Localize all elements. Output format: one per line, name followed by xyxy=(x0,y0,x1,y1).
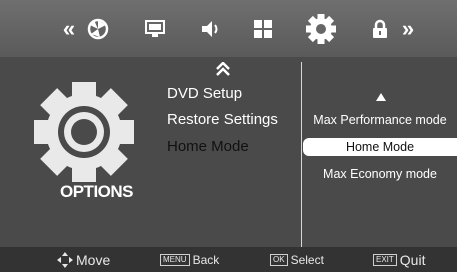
menu-item-home-mode[interactable]: Home Mode xyxy=(167,138,249,155)
ok-key-icon: OK xyxy=(270,253,288,266)
scroll-up-icon[interactable] xyxy=(216,62,230,76)
sound-icon[interactable] xyxy=(196,0,226,57)
menu-item-dvd-setup[interactable]: DVD Setup xyxy=(167,85,242,102)
menu-item-restore-settings[interactable]: Restore Settings xyxy=(167,111,278,128)
panel-title: OPTIONS xyxy=(60,182,134,201)
options-panel: OPTIONS DVD Setup Restore Settings Home … xyxy=(0,57,457,247)
top-menu-bar: « » xyxy=(0,0,457,57)
channel-icon[interactable] xyxy=(248,0,278,57)
scroll-right-arrows[interactable]: » xyxy=(392,0,422,57)
submenu-up-arrow-icon[interactable] xyxy=(376,93,386,101)
display-icon[interactable] xyxy=(140,0,170,57)
options-gear-large-icon xyxy=(34,82,134,182)
options-gear-icon[interactable] xyxy=(303,0,339,57)
menu-key-icon: MENU xyxy=(160,253,190,266)
scroll-left-arrows[interactable]: « xyxy=(54,0,82,57)
picture-icon[interactable] xyxy=(83,0,113,57)
panel-divider xyxy=(301,62,302,247)
hint-select: OK Select xyxy=(270,247,324,272)
hint-quit: EXIT Quit xyxy=(373,247,425,272)
move-arrows-icon xyxy=(57,251,73,268)
hint-back: MENU Back xyxy=(160,247,219,272)
hint-move: Move xyxy=(56,247,110,272)
option-max-performance[interactable]: Max Performance mode xyxy=(303,113,457,127)
help-bar: Move MENU Back OK Select EXIT Quit xyxy=(0,247,457,272)
exit-key-icon: EXIT xyxy=(373,253,397,266)
option-max-economy[interactable]: Max Economy mode xyxy=(303,167,457,181)
lock-icon[interactable] xyxy=(368,0,392,57)
option-home-mode-selected[interactable]: Home Mode xyxy=(303,138,457,156)
